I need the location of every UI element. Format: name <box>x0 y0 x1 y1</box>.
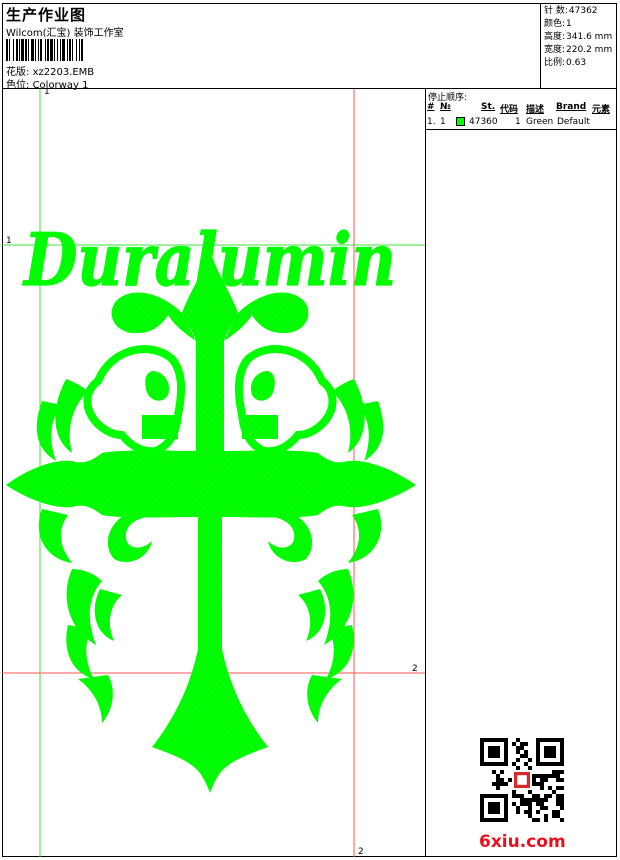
stat-height: 高度: 341.6 mm <box>544 32 613 42</box>
col-no: № <box>440 102 451 112</box>
stat-colors: 颜色: 1 <box>544 19 572 29</box>
artwork-text: Duralumin <box>22 217 396 302</box>
row-code: 1 <box>515 117 521 127</box>
color-swatch <box>456 117 465 126</box>
barcode-bar <box>83 39 85 61</box>
watermark-logo: 6xiu.com <box>479 832 566 852</box>
row-no: 1 <box>440 117 446 127</box>
guide-label-right: 2 <box>412 664 418 674</box>
stat-width: 宽度: 220.2 mm <box>544 45 613 55</box>
col-stitches: St. <box>481 102 496 112</box>
row-stitches: 47360 <box>469 117 498 127</box>
col-brand: Brand <box>556 102 587 112</box>
qr-code-icon <box>480 738 564 822</box>
stats-box: 针 数: 47362 颜色: 1 高度: 341.6 mm 宽度: 220.2 mm 比… <box>540 3 617 88</box>
sheet-title: 生产作业图 <box>6 6 87 24</box>
design-canvas: Duralumin 1 1 2 2 <box>2 89 426 857</box>
stop-sequence-header: # № St. 代码 描述 Brand 元素 <box>426 101 617 115</box>
row-index: 1. <box>427 117 436 127</box>
stat-stitches: 针 数: 47362 <box>544 6 598 16</box>
barcode-icon <box>6 39 130 61</box>
row-brand: Default <box>557 117 590 127</box>
sheet-header: 生产作业图 Wilcom(汇宝) 装饰工作室 花版: xz2203.EMB 色位… <box>2 3 617 91</box>
guide-label-left: 1 <box>6 236 12 246</box>
col-hash: # <box>427 102 435 112</box>
guide-label-bottom: 2 <box>358 847 364 857</box>
row-description: Green <box>526 117 554 127</box>
col-code: 代码 <box>500 105 519 115</box>
stat-scale: 比例: 0.63 <box>544 58 587 68</box>
col-description: 描述 <box>526 105 545 115</box>
guide-label-top: 1 <box>44 89 50 97</box>
embroidery-artwork: Duralumin <box>2 89 425 857</box>
table-row: 1. 1 47360 1 Green Default <box>426 116 617 130</box>
col-element: 元素 <box>592 105 611 115</box>
company-name: Wilcom(汇宝) 装饰工作室 <box>6 28 124 39</box>
